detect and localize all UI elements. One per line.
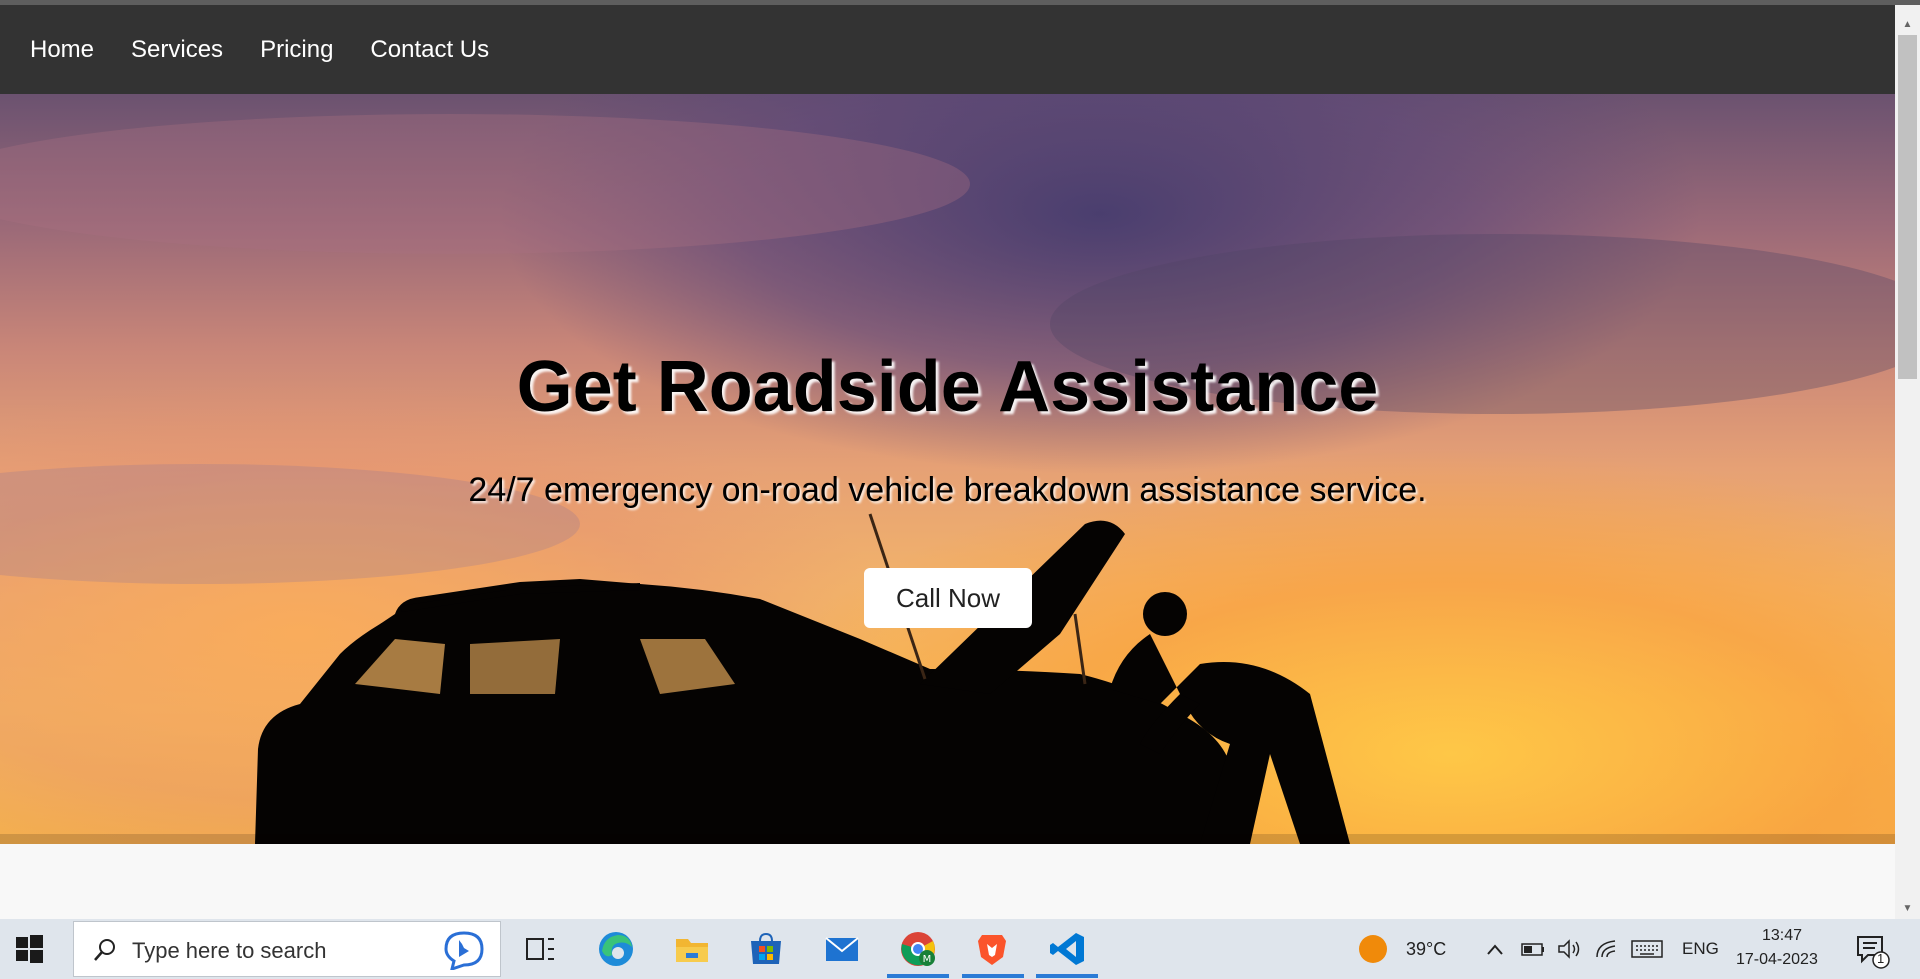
hero-section: Get Roadside Assistance 24/7 emergency o… (0, 94, 1895, 844)
windows-taskbar: Type here to search M 39°C ENG 13:47 17-… (0, 919, 1920, 979)
navbar: Home Services Pricing Contact Us (0, 5, 1895, 94)
weather-sun-icon[interactable] (1357, 933, 1389, 965)
hero-subtitle: 24/7 emergency on-road vehicle breakdown… (468, 471, 1427, 509)
battery-icon[interactable] (1520, 938, 1546, 960)
nav-link-contact-us[interactable]: Contact Us (370, 36, 489, 64)
page-viewport: Home Services Pricing Contact Us Get Roa… (0, 5, 1895, 919)
hero-background-image (0, 114, 1895, 844)
vscode-active-indicator (1036, 974, 1098, 978)
chevron-up-icon[interactable] (1484, 939, 1506, 961)
taskbar-search-box[interactable]: Type here to search (73, 921, 501, 977)
nav-link-home[interactable]: Home (30, 36, 94, 64)
call-now-button[interactable]: Call Now (864, 568, 1032, 628)
touch-keyboard-icon[interactable] (1630, 938, 1664, 960)
notification-count: 1 (1877, 951, 1885, 966)
mail-icon[interactable] (822, 929, 862, 969)
wifi-icon[interactable] (1594, 938, 1620, 960)
clock-time[interactable]: 13:47 (1762, 927, 1802, 945)
search-placeholder: Type here to search (132, 938, 327, 963)
scroll-up-arrow-icon[interactable]: ▲ (1895, 19, 1920, 33)
volume-icon[interactable] (1556, 938, 1582, 960)
nav-link-services[interactable]: Services (131, 36, 223, 64)
scroll-down-arrow-icon[interactable]: ▼ (1895, 903, 1920, 917)
clock-date[interactable]: 17-04-2023 (1736, 951, 1818, 969)
page-scrollbar[interactable]: ▲ ▼ (1895, 5, 1920, 919)
language-indicator[interactable]: ENG (1682, 939, 1719, 959)
weather-temperature[interactable]: 39°C (1406, 939, 1446, 960)
brave-active-indicator (962, 974, 1024, 978)
scroll-thumb[interactable] (1898, 35, 1917, 379)
svg-text:M: M (923, 954, 932, 965)
bing-chat-icon[interactable] (442, 930, 486, 970)
brave-browser-icon[interactable] (972, 929, 1012, 969)
vscode-icon[interactable] (1048, 929, 1088, 969)
windows-start-icon[interactable] (14, 934, 44, 964)
microsoft-store-icon[interactable] (746, 929, 786, 969)
hero-title: Get Roadside Assistance (516, 347, 1379, 427)
chrome-icon[interactable]: M (898, 929, 938, 969)
notification-icon[interactable] (1854, 933, 1890, 969)
file-explorer-icon[interactable] (672, 929, 712, 969)
task-view-icon[interactable] (520, 929, 560, 969)
edge-browser-icon[interactable] (596, 929, 636, 969)
search-icon (94, 939, 115, 961)
nav-link-pricing[interactable]: Pricing (260, 36, 333, 64)
chrome-active-indicator (887, 974, 949, 978)
